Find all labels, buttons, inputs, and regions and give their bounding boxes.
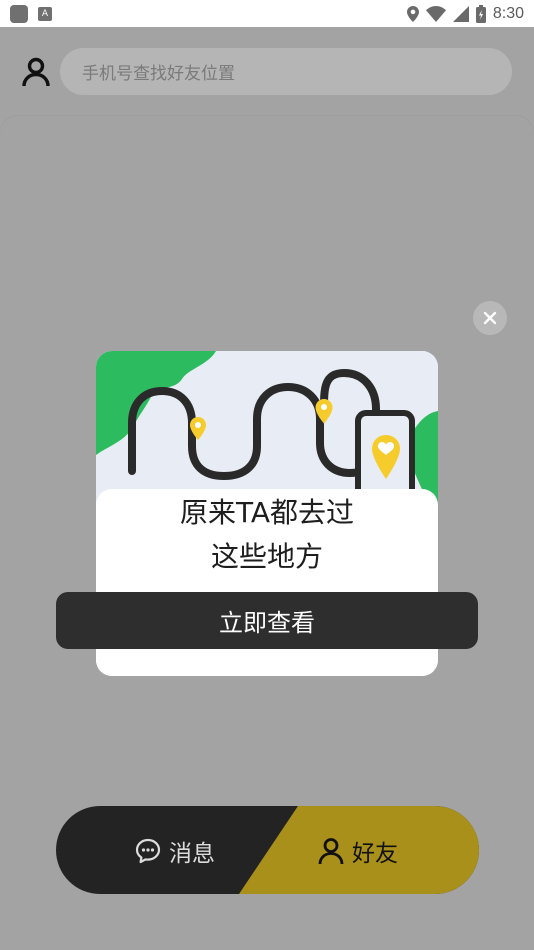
status-time: 8:30 xyxy=(492,4,524,22)
popup-title-line1: 原来TA都去过 xyxy=(179,496,355,529)
close-popup-button[interactable] xyxy=(473,301,507,335)
notification-a-icon: A xyxy=(38,6,52,21)
bottom-tab-bar: 消息 好友 xyxy=(56,806,479,894)
view-now-button[interactable]: 立即查看 xyxy=(56,592,478,649)
tab-messages-content[interactable]: 消息 xyxy=(135,834,215,868)
tab-friends-label: 好友 xyxy=(352,841,398,867)
notification-app-icon xyxy=(10,4,28,23)
popup-title-line2: 这些地方 xyxy=(210,540,323,573)
tab-messages-label: 消息 xyxy=(169,841,215,867)
profile-person-icon[interactable] xyxy=(20,56,52,88)
wifi-icon xyxy=(425,5,446,22)
view-now-label: 立即查看 xyxy=(219,609,315,637)
search-placeholder: 手机号查找好友位置 xyxy=(82,64,235,84)
close-icon xyxy=(483,311,497,325)
person-icon xyxy=(318,838,344,865)
status-bar: A 8:30 xyxy=(0,0,534,27)
battery-icon xyxy=(475,4,486,23)
chat-bubble-icon xyxy=(135,838,161,864)
location-icon xyxy=(406,5,419,22)
tab-friends-content[interactable]: 好友 xyxy=(318,834,398,868)
tab-friends[interactable] xyxy=(56,806,479,894)
signal-icon xyxy=(452,5,469,22)
search-input[interactable]: 手机号查找好友位置 xyxy=(60,48,512,95)
